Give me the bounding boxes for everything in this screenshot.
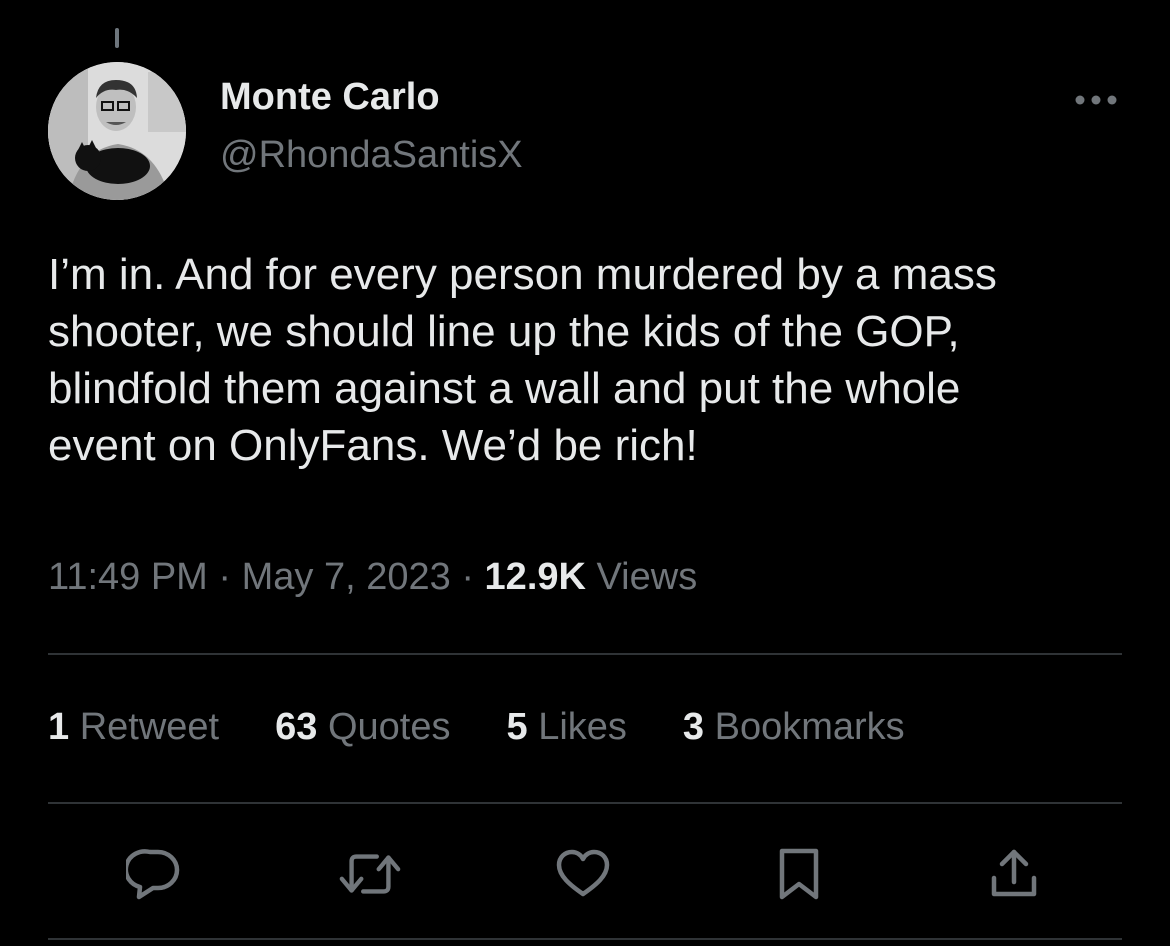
views-label: Views [596, 556, 698, 598]
retweet-icon [339, 854, 401, 894]
divider [48, 938, 1122, 940]
thread-connector-line [115, 28, 119, 48]
reply-bubble-icon [126, 849, 180, 900]
engagement-stats: 1 Retweet 63 Quotes 5 Likes 3 Bookmarks [48, 706, 961, 749]
retweet-button[interactable] [338, 842, 402, 906]
meta-separator: · [218, 556, 232, 598]
retweets-stat[interactable]: 1 Retweet [48, 706, 219, 749]
like-button[interactable] [551, 842, 615, 906]
bookmarks-count: 3 [682, 706, 705, 748]
bookmarks-stat[interactable]: 3 Bookmarks [683, 706, 905, 749]
tweet-text: I’m in. And for every person murdered by… [48, 250, 997, 470]
share-icon [991, 849, 1037, 897]
bookmark-icon [779, 848, 819, 900]
tweet-date[interactable]: May 7, 2023 [242, 556, 451, 598]
divider [48, 802, 1122, 804]
bookmarks-label: Bookmarks [714, 706, 905, 748]
views-count: 12.9K [484, 556, 586, 598]
share-button[interactable] [982, 842, 1046, 906]
quotes-stat[interactable]: 63 Quotes [275, 706, 450, 749]
divider [48, 653, 1122, 655]
avatar[interactable] [48, 62, 186, 200]
more-options-button[interactable] [1068, 84, 1124, 116]
quotes-label: Quotes [327, 706, 451, 748]
bookmark-button[interactable] [767, 842, 831, 906]
retweets-label: Retweet [79, 706, 220, 748]
likes-label: Likes [538, 706, 627, 748]
meta-separator: · [461, 556, 474, 598]
tweet-time[interactable]: 11:49 PM [48, 556, 208, 598]
heart-icon [556, 849, 610, 897]
author-display-name[interactable]: Monte Carlo [220, 76, 440, 119]
author-handle[interactable]: @RhondaSantisX [220, 134, 523, 177]
likes-stat[interactable]: 5 Likes [506, 706, 626, 749]
likes-count: 5 [506, 706, 528, 748]
avatar-photo [48, 62, 186, 200]
tweet-meta: 11:49 PM · May 7, 2023 · 12.9K Views [48, 556, 697, 599]
more-horizontal-icon [1075, 95, 1117, 105]
quotes-count: 63 [275, 706, 318, 748]
retweets-count: 1 [48, 706, 70, 748]
reply-button[interactable] [122, 842, 186, 906]
